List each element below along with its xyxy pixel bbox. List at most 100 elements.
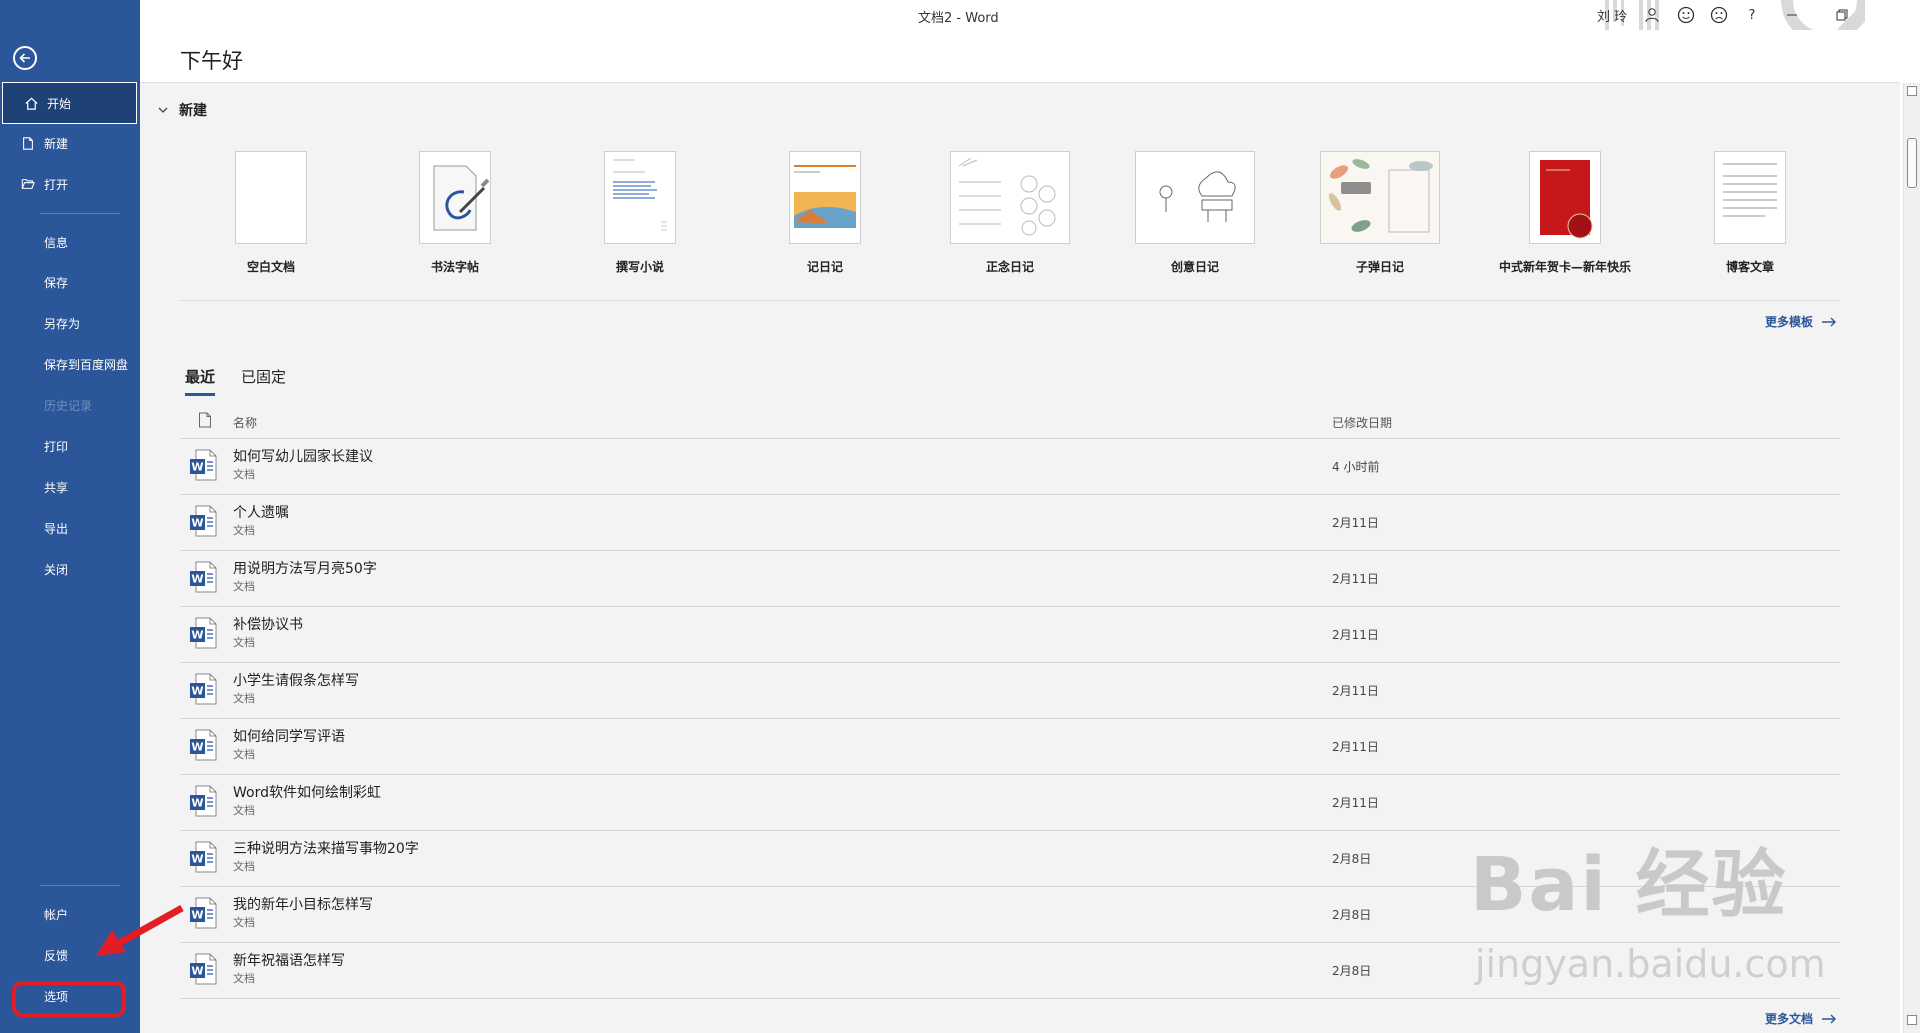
document-lines-icon bbox=[613, 159, 667, 231]
word-document-icon: W bbox=[188, 672, 218, 706]
nav-account[interactable]: 帐户 bbox=[0, 896, 140, 932]
template-diary[interactable]: 记日记 bbox=[750, 151, 900, 275]
file-modified-date: 2月8日 bbox=[1332, 852, 1372, 866]
file-name: 个人遗嘱 bbox=[233, 505, 289, 521]
file-modified-date: 2月8日 bbox=[1332, 908, 1372, 922]
nav-history: 历史记录 bbox=[0, 387, 140, 423]
svg-text:W: W bbox=[191, 517, 203, 530]
vertical-scrollbar[interactable] bbox=[1903, 83, 1920, 1033]
file-name: 三种说明方法来描写事物20字 bbox=[233, 841, 419, 857]
column-header-name[interactable]: 名称 bbox=[233, 414, 257, 431]
back-arrow-icon[interactable] bbox=[13, 46, 37, 70]
scroll-down-arrow[interactable] bbox=[1907, 1015, 1917, 1025]
nav-export[interactable]: 导出 bbox=[0, 510, 140, 546]
svg-text:W: W bbox=[191, 461, 203, 474]
more-templates-link[interactable]: 更多模板 bbox=[1765, 313, 1837, 330]
tab-recent[interactable]: 最近 bbox=[185, 366, 216, 396]
word-document-icon: W bbox=[188, 952, 218, 986]
nav-new-label: 新建 bbox=[44, 136, 69, 151]
frown-icon[interactable] bbox=[1707, 3, 1731, 27]
scroll-thumb[interactable] bbox=[1907, 138, 1917, 188]
file-row[interactable]: W 补偿协议书 文档 2月11日 bbox=[180, 606, 1840, 662]
nav-feedback[interactable]: 反馈 bbox=[0, 937, 140, 973]
file-row[interactable]: W 如何给同学写评语 文档 2月11日 bbox=[180, 718, 1840, 774]
landscape-photo-icon bbox=[794, 165, 856, 228]
file-modified-date: 2月11日 bbox=[1332, 684, 1379, 698]
restore-icon[interactable] bbox=[1830, 3, 1854, 27]
file-row[interactable]: W 如何写幼儿园家长建议 文档 4 小时前 bbox=[180, 438, 1840, 494]
blog-lines-icon bbox=[1723, 163, 1777, 217]
chevron-down-icon bbox=[158, 107, 168, 113]
file-type: 文档 bbox=[233, 636, 255, 649]
file-row[interactable]: W 三种说明方法来描写事物20字 文档 2月8日 bbox=[180, 830, 1840, 886]
template-creative[interactable]: 创意日记 bbox=[1120, 151, 1270, 275]
file-modified-date: 2月11日 bbox=[1332, 516, 1379, 530]
template-name: 创意日记 bbox=[1170, 260, 1219, 274]
minimize-icon[interactable] bbox=[1780, 3, 1804, 27]
user-name[interactable]: 刘 玲 bbox=[1597, 6, 1627, 25]
file-row[interactable]: W 用说明方法写月亮50字 文档 2月11日 bbox=[180, 550, 1840, 606]
word-document-icon: W bbox=[188, 840, 218, 874]
nav-save-baidu[interactable]: 保存到百度网盘 bbox=[0, 346, 140, 382]
new-section-toggle[interactable]: 新建 bbox=[157, 100, 207, 120]
nav-info[interactable]: 信息 bbox=[0, 224, 140, 260]
file-type: 文档 bbox=[233, 860, 255, 873]
nav-share[interactable]: 共享 bbox=[0, 469, 140, 505]
options-highlight-circle bbox=[12, 981, 126, 1017]
file-row[interactable]: W 个人遗嘱文档 2月11日 bbox=[180, 494, 1840, 550]
help-icon[interactable]: ? bbox=[1740, 3, 1764, 27]
more-documents-link[interactable]: 更多文档 bbox=[1765, 1010, 1837, 1027]
file-name: 我的新年小目标怎样写 bbox=[233, 897, 373, 913]
column-header-modified[interactable]: 已修改日期 bbox=[1332, 414, 1392, 431]
mindfulness-diagram-icon bbox=[958, 157, 1056, 236]
nav-print-label: 打印 bbox=[44, 439, 69, 454]
scroll-up-arrow[interactable] bbox=[1907, 86, 1917, 96]
template-thumbnail bbox=[1135, 151, 1255, 244]
template-bullet[interactable]: 子弹日记 bbox=[1305, 151, 1455, 275]
file-name: 补偿协议书 bbox=[233, 617, 303, 633]
file-row[interactable]: W 我的新年小目标怎样写 文档 2月8日 bbox=[180, 886, 1840, 942]
templates-divider bbox=[180, 300, 1840, 301]
template-calligraphy[interactable]: 书法字帖 bbox=[380, 151, 530, 275]
nav-close[interactable]: 关闭 bbox=[0, 551, 140, 587]
sidebar-divider-bottom bbox=[40, 885, 120, 886]
arrow-right-icon bbox=[1822, 317, 1837, 326]
tab-pinned[interactable]: 已固定 bbox=[241, 366, 286, 396]
file-row[interactable]: W 新年祝福语怎样写 文档 2月8日 bbox=[180, 942, 1840, 998]
template-name: 博客文章 bbox=[1725, 260, 1774, 274]
template-thumbnail bbox=[950, 151, 1070, 244]
file-type: 文档 bbox=[233, 524, 255, 537]
folder-open-icon bbox=[20, 176, 36, 192]
template-thumbnail bbox=[789, 151, 861, 244]
template-mindfulness[interactable]: 正念日记 bbox=[935, 151, 1085, 275]
nav-home-label: 开始 bbox=[47, 96, 72, 111]
nav-account-label: 帐户 bbox=[44, 907, 69, 922]
home-icon bbox=[23, 95, 39, 111]
template-blank[interactable]: 空白文档 bbox=[196, 151, 346, 275]
template-newyear-card[interactable]: 中式新年贺卡—新年快乐 bbox=[1490, 151, 1640, 275]
nav-save-as[interactable]: 另存为 bbox=[0, 305, 140, 341]
nav-print[interactable]: 打印 bbox=[0, 428, 140, 464]
smile-icon[interactable] bbox=[1674, 3, 1698, 27]
svg-text:W: W bbox=[191, 965, 203, 978]
template-novel[interactable]: 撰写小说 bbox=[565, 151, 715, 275]
template-thumbnail bbox=[1714, 151, 1786, 244]
document-tabs: 最近 已固定 bbox=[185, 366, 312, 396]
file-row[interactable]: W Word软件如何绘制彩虹 文档 2月11日 bbox=[180, 774, 1840, 830]
more-documents-label: 更多文档 bbox=[1765, 1012, 1814, 1026]
template-name: 正念日记 bbox=[985, 260, 1034, 274]
svg-text:W: W bbox=[191, 853, 203, 866]
nav-open[interactable]: 打开 bbox=[0, 166, 140, 202]
title-bar: 文档2 - Word 刘 玲 ? bbox=[140, 0, 1920, 30]
file-row[interactable]: W 小学生请假条怎样写 文档 2月11日 bbox=[180, 662, 1840, 718]
greeting-heading: 下午好 bbox=[180, 49, 243, 73]
arrow-right-icon bbox=[1822, 1014, 1837, 1023]
user-icon[interactable] bbox=[1640, 3, 1664, 27]
nav-home[interactable]: 开始 bbox=[2, 82, 137, 124]
template-blog[interactable]: 博客文章 bbox=[1675, 151, 1825, 275]
svg-text:W: W bbox=[191, 573, 203, 586]
word-document-icon: W bbox=[188, 560, 218, 594]
file-type: 文档 bbox=[233, 692, 255, 705]
nav-new[interactable]: 新建 bbox=[0, 125, 140, 161]
nav-save[interactable]: 保存 bbox=[0, 264, 140, 300]
